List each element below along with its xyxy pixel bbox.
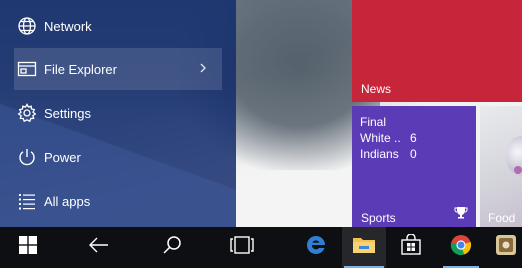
search-icon [162,235,182,260]
start-item-all-apps[interactable]: All apps [14,180,222,222]
start-item-label: Network [44,18,92,34]
chrome-button[interactable] [439,227,483,268]
list-icon [16,190,38,212]
team-score: 0 [410,147,417,161]
start-item-network[interactable]: Network [14,5,222,47]
food-image-detail [514,166,522,174]
globe-icon [16,15,38,37]
taskbar [0,227,522,268]
windows-logo-icon [18,235,38,260]
start-button[interactable] [6,227,50,268]
game-status: Final [360,115,387,129]
score-row: Indians 0 [360,146,417,162]
food-tile[interactable]: Food [480,106,522,227]
search-button[interactable] [150,227,194,268]
back-button[interactable] [77,227,121,268]
score-row: White .. 6 [360,130,417,146]
task-view-icon [230,235,254,260]
trophy-icon [454,206,468,223]
back-arrow-icon [88,237,110,258]
start-item-label: All apps [44,193,91,209]
tile-label: Sports [361,211,396,225]
sports-tile[interactable]: Final White .. 6 Indians 0 Sports [352,106,476,227]
edge-icon [305,234,327,261]
start-item-label: File Explorer [44,61,117,77]
file-explorer-icon [352,235,376,260]
team-name: Indians [360,147,399,161]
edge-button[interactable] [294,227,338,268]
start-item-label: Settings [44,105,91,121]
gear-icon [16,102,38,124]
chevron-right-icon[interactable] [196,61,210,75]
store-button[interactable] [389,227,433,268]
start-item-settings[interactable]: Settings [14,92,222,134]
file-explorer-taskbar-button[interactable] [342,227,386,268]
start-item-power[interactable]: Power [14,136,222,178]
news-tile[interactable]: News [352,0,522,102]
task-view-button[interactable] [220,227,264,268]
chrome-icon [450,234,472,261]
file-explorer-icon [16,58,38,80]
tile-label: News [361,82,392,96]
start-menu-left-pane: Network File Explorer Settings Power All… [0,0,236,227]
power-icon [16,146,38,168]
start-item-label: Power [44,149,81,165]
start-item-file-explorer[interactable]: File Explorer [14,48,222,90]
score-panel: Final White .. 6 Indians 0 [360,114,417,162]
app-button[interactable] [490,227,522,268]
tile-label: Food [488,211,516,225]
team-name: White .. [360,131,401,145]
team-score: 6 [410,131,417,145]
store-icon [400,233,422,261]
app-icon [495,234,517,261]
